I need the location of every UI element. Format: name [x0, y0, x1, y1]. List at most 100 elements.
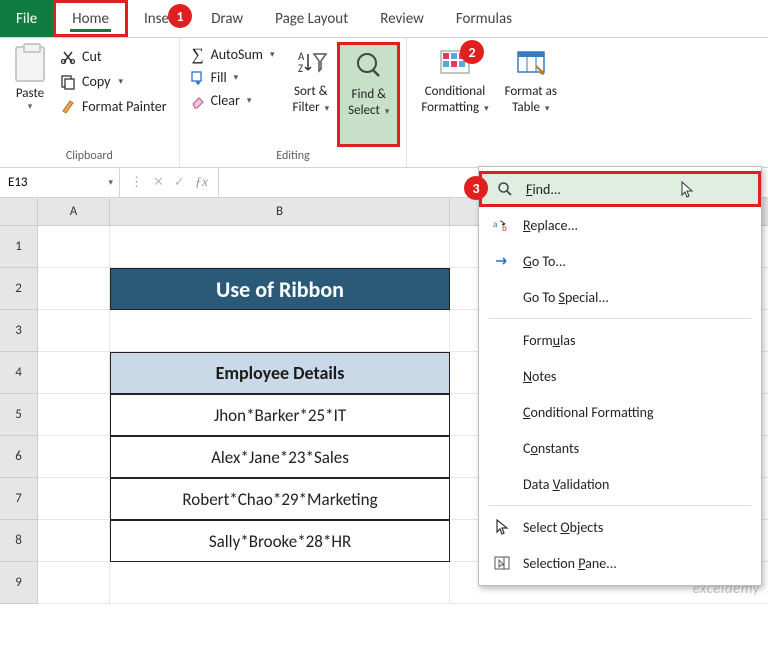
- sort-filter-label2: Filter: [293, 100, 320, 115]
- row-header[interactable]: 5: [0, 394, 38, 436]
- copy-label: Copy: [82, 73, 110, 90]
- conditional-formatting-button[interactable]: Conditional Formatting ▾: [413, 42, 496, 147]
- cancel-icon[interactable]: ✕: [153, 175, 164, 190]
- menu-find[interactable]: Find...: [479, 171, 761, 207]
- paste-button[interactable]: Paste ▾: [6, 42, 54, 147]
- menu-find-label: Find...: [526, 181, 561, 198]
- row-header[interactable]: 4: [0, 352, 38, 394]
- cell[interactable]: [110, 562, 450, 604]
- format-painter-label: Format Painter: [82, 98, 167, 115]
- eraser-icon: [190, 93, 206, 109]
- menu-constants[interactable]: Constants: [479, 430, 761, 466]
- fill-button[interactable]: Fill ▾: [190, 69, 275, 86]
- row-header[interactable]: 3: [0, 310, 38, 352]
- row-header[interactable]: 8: [0, 520, 38, 562]
- row-header[interactable]: 7: [0, 478, 38, 520]
- cell-header[interactable]: Employee Details: [110, 352, 450, 394]
- sort-filter-button[interactable]: AZ Sort & Filter ▾: [285, 42, 338, 147]
- menu-goto-special-label: Go To Special...: [523, 289, 609, 306]
- chevron-down-icon: ▾: [108, 177, 113, 188]
- menu-selection-pane[interactable]: Selection Pane...: [479, 545, 761, 581]
- callout-3: 3: [464, 176, 488, 200]
- row-header[interactable]: 2: [0, 268, 38, 310]
- svg-text:a: a: [493, 219, 497, 230]
- menu-notes-label: Notes: [523, 368, 556, 385]
- cell[interactable]: [38, 310, 110, 352]
- menu-goto-label: Go To...: [523, 253, 566, 270]
- menu-cf-label: Conditional Formatting: [523, 404, 654, 421]
- menu-replace-label: Replace...: [523, 217, 578, 234]
- cursor-icon: [680, 180, 698, 198]
- chevron-down-icon: ▾: [545, 103, 550, 114]
- menu-conditional-formatting[interactable]: Conditional Formatting: [479, 394, 761, 430]
- menu-goto-special[interactable]: Go To Special...: [479, 279, 761, 315]
- menu-formulas[interactable]: Formulas: [479, 322, 761, 358]
- menu-dv-label: Data Validation: [523, 476, 609, 493]
- clear-button[interactable]: Clear ▾: [190, 92, 275, 109]
- chevron-down-icon: ▾: [28, 102, 33, 113]
- row-header[interactable]: 6: [0, 436, 38, 478]
- callout-2: 2: [460, 40, 484, 64]
- sort-filter-icon: AZ: [294, 46, 328, 80]
- autosum-button[interactable]: ∑ AutoSum ▾: [190, 46, 275, 63]
- scissors-icon: [60, 49, 76, 65]
- cut-button[interactable]: Cut: [60, 48, 167, 65]
- cell-data[interactable]: Robert*Chao*29*Marketing: [110, 478, 450, 520]
- cell[interactable]: [38, 352, 110, 394]
- ribbon: Paste ▾ Cut Copy ▾ Format Painter C: [0, 38, 768, 168]
- tab-review[interactable]: Review: [364, 0, 440, 37]
- formula-bar-controls: ⋮ ✕ ✓ ƒx: [120, 168, 219, 197]
- enter-icon[interactable]: ✓: [174, 175, 185, 190]
- fx-icon[interactable]: ƒx: [195, 175, 208, 191]
- find-select-button[interactable]: Find & Select ▾: [337, 42, 400, 147]
- selection-pane-icon: [493, 554, 511, 572]
- tab-home[interactable]: Home: [53, 0, 128, 37]
- menu-notes[interactable]: Notes: [479, 358, 761, 394]
- select-all-corner[interactable]: [0, 198, 38, 226]
- chevron-down-icon: ▾: [247, 95, 252, 106]
- cell[interactable]: [38, 478, 110, 520]
- cell[interactable]: [38, 394, 110, 436]
- name-box-value: E13: [8, 175, 28, 190]
- copy-button[interactable]: Copy ▾: [60, 73, 167, 90]
- dots-icon: ⋮: [130, 175, 143, 190]
- row-header[interactable]: 1: [0, 226, 38, 268]
- fill-icon: [190, 70, 206, 86]
- cell-title[interactable]: Use of Ribbon: [110, 268, 450, 310]
- row-header[interactable]: 9: [0, 562, 38, 604]
- cell-data[interactable]: Sally*Brooke*28*HR: [110, 520, 450, 562]
- fat-label2: Table: [512, 100, 540, 115]
- tab-draw[interactable]: Draw: [195, 0, 259, 37]
- cell[interactable]: [38, 226, 110, 268]
- menu-replace[interactable]: ab Replace...: [479, 207, 761, 243]
- cell[interactable]: [38, 520, 110, 562]
- cell[interactable]: [110, 226, 450, 268]
- format-painter-button[interactable]: Format Painter: [60, 98, 167, 115]
- paste-icon: [15, 46, 45, 82]
- menu-select-objects[interactable]: Select Objects: [479, 509, 761, 545]
- tab-file[interactable]: File: [0, 0, 53, 37]
- fill-label: Fill: [211, 69, 227, 86]
- chevron-down-icon: ▾: [118, 76, 123, 87]
- cell[interactable]: [38, 268, 110, 310]
- tab-page-layout[interactable]: Page Layout: [259, 0, 364, 37]
- menu-data-validation[interactable]: Data Validation: [479, 466, 761, 502]
- copy-icon: [60, 74, 76, 90]
- menu-formulas-label: Formulas: [523, 332, 575, 349]
- menu-separator: [489, 318, 751, 319]
- tab-formulas[interactable]: Formulas: [440, 0, 528, 37]
- pointer-icon: [493, 518, 511, 536]
- menu-goto[interactable]: Go To...: [479, 243, 761, 279]
- cf-label2: Formatting: [421, 100, 479, 115]
- cell[interactable]: [38, 562, 110, 604]
- cell[interactable]: [38, 436, 110, 478]
- cell[interactable]: [110, 310, 450, 352]
- col-header[interactable]: A: [38, 198, 110, 226]
- cell-data[interactable]: Alex*Jane*23*Sales: [110, 436, 450, 478]
- format-as-table-button[interactable]: Format as Table ▾: [497, 42, 565, 147]
- col-header[interactable]: B: [110, 198, 450, 226]
- tab-active-indicator: [70, 29, 111, 32]
- cell-data[interactable]: Jhon*Barker*25*IT: [110, 394, 450, 436]
- name-box[interactable]: E13 ▾: [0, 168, 120, 197]
- group-editing: ∑ AutoSum ▾ Fill ▾ Clear ▾ AZ Sort &: [180, 38, 408, 167]
